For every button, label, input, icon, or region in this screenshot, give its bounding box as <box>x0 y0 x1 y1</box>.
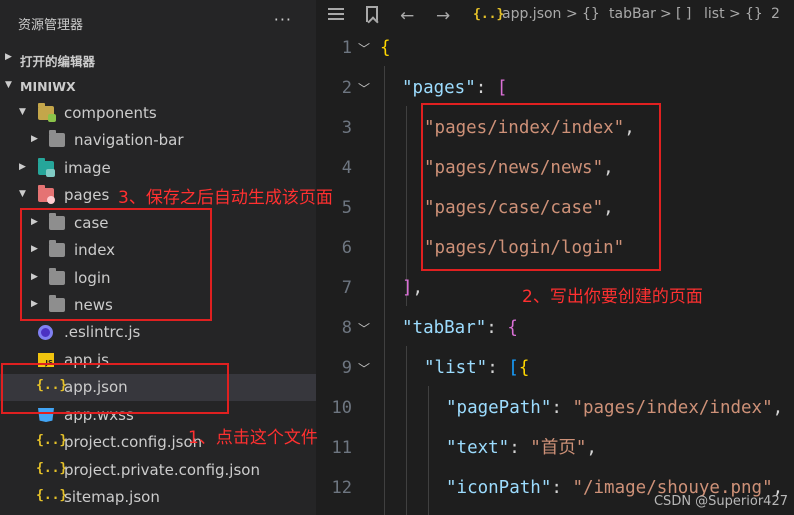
breadcrumb-separator: > <box>566 6 578 22</box>
json-icon: {..} <box>36 461 68 476</box>
watermark: CSDN @Superior427 <box>653 494 788 509</box>
code-line-10: "pagePath": "pages/index/index", <box>446 398 784 418</box>
line-number: 11 <box>331 438 352 458</box>
line-number-gutter: 1 2 3 4 5 6 7 8 9 10 11 12 ﹀ ﹀ ﹀ ﹀ <box>316 28 380 515</box>
tree-item-label: navigation-bar <box>74 131 184 149</box>
components-folder-icon <box>38 103 56 122</box>
image-folder-icon <box>38 158 55 177</box>
highlight-box-generated-pages <box>20 208 212 321</box>
json-icon: {..} <box>36 433 68 448</box>
code-line-8: "tabBar": { <box>402 318 518 338</box>
code-line-2: "pages": [ <box>402 78 508 98</box>
code-line-1: { <box>380 38 391 58</box>
open-editors-section[interactable]: ▶ 打开的编辑器 <box>0 46 316 72</box>
explorer-header: 资源管理器 ··· <box>0 0 316 44</box>
tree-item-label: .eslintrc.js <box>64 323 141 341</box>
annotation-step-3: 3、保存之后自动生成该页面 <box>118 188 333 208</box>
annotation-step-2: 2、写出你要创建的页面 <box>522 287 703 307</box>
tree-item-label: project.private.config.json <box>64 461 260 479</box>
fold-chevron-icon[interactable]: ﹀ <box>358 320 370 337</box>
breadcrumb-file[interactable]: app.json <box>502 6 561 22</box>
code-line-9: "list": [{ <box>424 358 530 378</box>
explorer-title: 资源管理器 <box>18 18 84 33</box>
code-line-11: "text": "首页", <box>446 438 597 458</box>
open-editors-label: 打开的编辑器 <box>20 54 96 69</box>
indent-guide <box>406 346 407 515</box>
line-number: 7 <box>341 278 352 298</box>
line-number: 8 <box>341 318 352 338</box>
tree-item-label: components <box>64 104 157 122</box>
chevron-down-icon: ▼ <box>5 80 12 90</box>
line-number: 10 <box>331 398 352 418</box>
pages-folder-icon <box>38 185 55 204</box>
line-number: 6 <box>341 238 352 258</box>
project-section[interactable]: ▼ MINIWX <box>0 74 316 100</box>
chevron-down-icon: ▼ <box>19 107 26 117</box>
fold-chevron-icon[interactable]: ﹀ <box>358 360 370 377</box>
breadcrumb-tabbar[interactable]: tabBar <box>609 6 656 22</box>
eslint-icon <box>38 325 53 340</box>
json-icon: {..} <box>473 7 505 22</box>
breadcrumb-separator: > <box>729 6 741 22</box>
tree-item-sitemap[interactable]: {..} sitemap.json <box>0 484 316 511</box>
back-arrow-icon[interactable]: ← <box>400 6 414 26</box>
project-label: MINIWX <box>20 79 76 94</box>
array-icon: [ ] <box>676 6 692 22</box>
more-actions-icon[interactable]: ··· <box>274 10 292 29</box>
highlight-box-pages-array <box>421 103 661 271</box>
tree-item-label: image <box>64 159 111 177</box>
tree-item-eslintrc[interactable]: .eslintrc.js <box>0 319 316 346</box>
bookmark-icon[interactable] <box>366 6 378 22</box>
tree-item-label: project.config.json <box>64 433 203 451</box>
breadcrumb-list[interactable]: list <box>704 6 725 22</box>
forward-arrow-icon[interactable]: → <box>436 6 450 26</box>
chevron-right-icon: ▶ <box>5 52 12 62</box>
breadcrumb-index[interactable]: 2 <box>771 6 780 22</box>
chevron-right-icon: ▶ <box>31 134 38 144</box>
code-line-7: ], <box>402 278 424 298</box>
highlight-box-app-json <box>1 363 229 414</box>
json-icon: {..} <box>36 488 68 503</box>
line-number: 9 <box>341 358 352 378</box>
folder-icon <box>49 130 65 147</box>
tree-item-label: sitemap.json <box>64 488 160 506</box>
line-number: 2 <box>341 78 352 98</box>
tree-item-label: pages <box>64 186 110 204</box>
tree-item-image[interactable]: ▶ image <box>0 155 316 182</box>
breadcrumb-separator: > <box>660 6 672 22</box>
line-number: 1 <box>341 38 352 58</box>
chevron-down-icon: ▼ <box>19 189 26 199</box>
fold-chevron-icon[interactable]: ﹀ <box>358 80 370 97</box>
line-number: 3 <box>341 118 352 138</box>
indent-guide <box>384 66 385 515</box>
code-area[interactable]: { "pages": [ "pages/index/index", "pages… <box>380 28 794 515</box>
object-icon: {} <box>582 6 600 22</box>
fold-chevron-icon[interactable]: ﹀ <box>358 40 370 57</box>
chevron-right-icon: ▶ <box>19 162 26 172</box>
line-number: 12 <box>331 478 352 498</box>
breadcrumb: ← → {..} app.json > {} tabBar > [ ] list… <box>316 0 794 30</box>
tree-item-components[interactable]: ▼ components <box>0 100 316 127</box>
annotation-step-1: 1、点击这个文件 <box>188 428 318 448</box>
line-number: 4 <box>341 158 352 178</box>
tree-item-project-private-config[interactable]: {..} project.private.config.json <box>0 457 316 484</box>
outline-icon[interactable] <box>328 8 344 20</box>
indent-guide <box>428 386 429 515</box>
tree-item-navigation-bar[interactable]: ▶ navigation-bar <box>0 127 316 154</box>
object-icon: {} <box>745 6 763 22</box>
